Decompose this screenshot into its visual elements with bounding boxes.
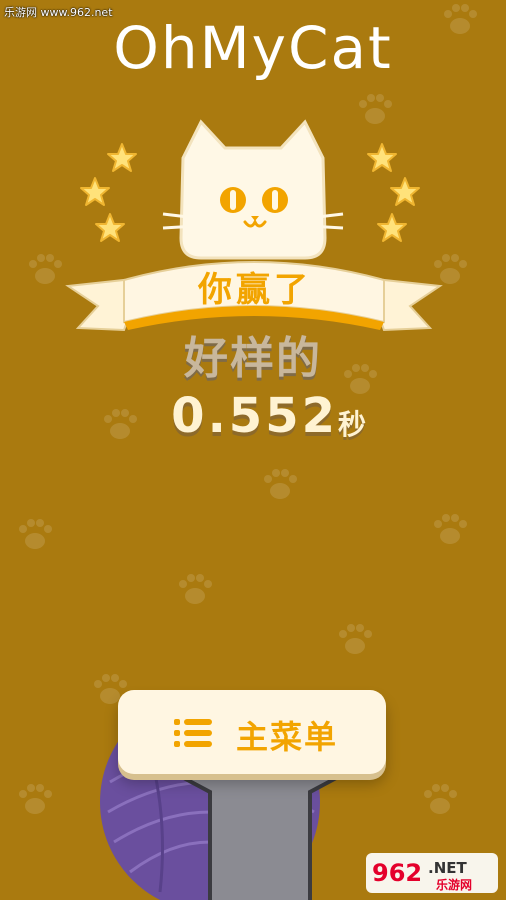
- paw-icon: [264, 469, 297, 499]
- paw-icon: [19, 519, 52, 549]
- logo-mark: 962: [372, 859, 422, 887]
- time-unit: 秒: [338, 408, 367, 441]
- game-screen: 乐游网 www.962.net OhMyCat 你赢了 好样的 0.552 秒 …: [0, 0, 506, 900]
- site-logo-graphic: 962 .NET 乐游网: [366, 853, 498, 893]
- site-logo: 962 .NET 乐游网: [366, 851, 498, 895]
- game-title: OhMyCat: [113, 14, 393, 82]
- praise-text: 好样的: [184, 333, 322, 384]
- paw-icon: [179, 574, 212, 604]
- logo-cn: 乐游网: [436, 877, 472, 892]
- star-icon: [80, 177, 110, 206]
- star-icon: [390, 177, 420, 206]
- paw-icon: [339, 624, 372, 654]
- time-value: 0.552: [171, 388, 338, 444]
- star-icon: [107, 143, 137, 172]
- star-icon: [377, 213, 407, 242]
- main-menu-button[interactable]: 主菜单: [118, 690, 386, 774]
- star-icon: [367, 143, 397, 172]
- victory-banner-text: 你赢了: [198, 270, 312, 310]
- list-icon: [174, 719, 212, 747]
- paw-icon: [434, 514, 467, 544]
- star-icon: [95, 213, 125, 242]
- paw-icon: [19, 784, 52, 814]
- paw-icon: [424, 784, 457, 814]
- logo-net: .NET: [428, 859, 467, 877]
- cat-face-icon: [162, 119, 344, 260]
- main-menu-label: 主菜单: [236, 718, 339, 756]
